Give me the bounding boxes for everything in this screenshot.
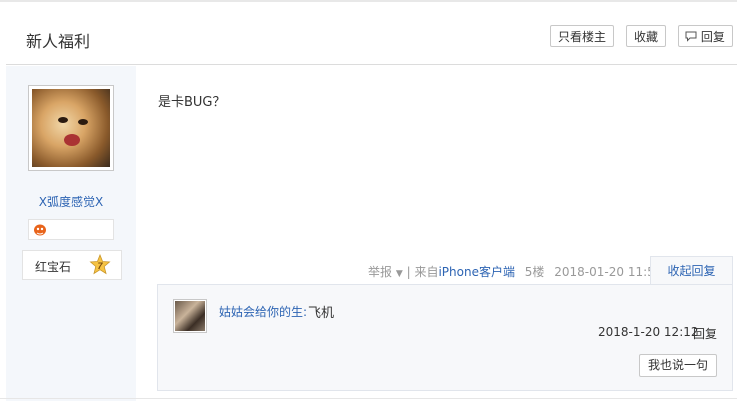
reply-username[interactable]: 姑姑会给你的生: (219, 303, 307, 320)
source-client-link[interactable]: iPhone客户端 (438, 265, 515, 279)
level-box: 红宝石 7 (22, 250, 122, 280)
thread-header: 新人福利 只看楼主 收藏 回复 (6, 10, 737, 65)
favorite-button[interactable]: 收藏 (626, 25, 667, 47)
level-name: 红宝石 (35, 260, 72, 274)
bottom-divider (0, 398, 737, 399)
floor-number: 5楼 (524, 265, 545, 279)
reply-content: 飞机 (308, 306, 335, 321)
badge-row (28, 219, 114, 240)
member-badge-icon[interactable] (33, 223, 47, 236)
reply-area: 姑姑会给你的生: 飞机 2018-1-20 12:12 回复 我也说一句 (157, 284, 733, 391)
caret-down-icon: ▼ (395, 269, 403, 279)
reply-avatar[interactable] (173, 299, 207, 333)
source-prefix: | 来自 (406, 265, 439, 279)
add-comment-button[interactable]: 我也说一句 (639, 354, 717, 377)
author-sidebar: X弧度感觉X 红宝石 7 (6, 66, 136, 401)
level-star-icon: 7 (89, 254, 111, 275)
avatar[interactable] (28, 85, 114, 171)
post-datetime: 2018-01-20 11:50 (554, 265, 663, 279)
reply-button-label: 回复 (700, 30, 725, 44)
thread-title: 新人福利 (26, 32, 91, 51)
post-content: 是卡BUG？ (158, 95, 226, 110)
collapse-replies-button[interactable]: 收起回复 (650, 256, 733, 285)
reply-avatar-image (175, 301, 205, 331)
author-username[interactable]: X弧度感觉X (6, 193, 136, 210)
reply-datetime: 2018-1-20 12:12 (598, 325, 699, 339)
post-meta: 举报 ▼ | 来自iPhone客户端 5楼 2018-01-20 11:50 (368, 263, 662, 280)
comment-icon (685, 31, 697, 42)
report-link[interactable]: 举报 ▼ (368, 265, 403, 279)
only-op-button[interactable]: 只看楼主 (550, 25, 615, 47)
reply-button[interactable]: 回复 (678, 25, 733, 47)
reply-link[interactable]: 回复 (693, 325, 717, 342)
top-divider (0, 0, 737, 2)
avatar-image (32, 89, 110, 167)
